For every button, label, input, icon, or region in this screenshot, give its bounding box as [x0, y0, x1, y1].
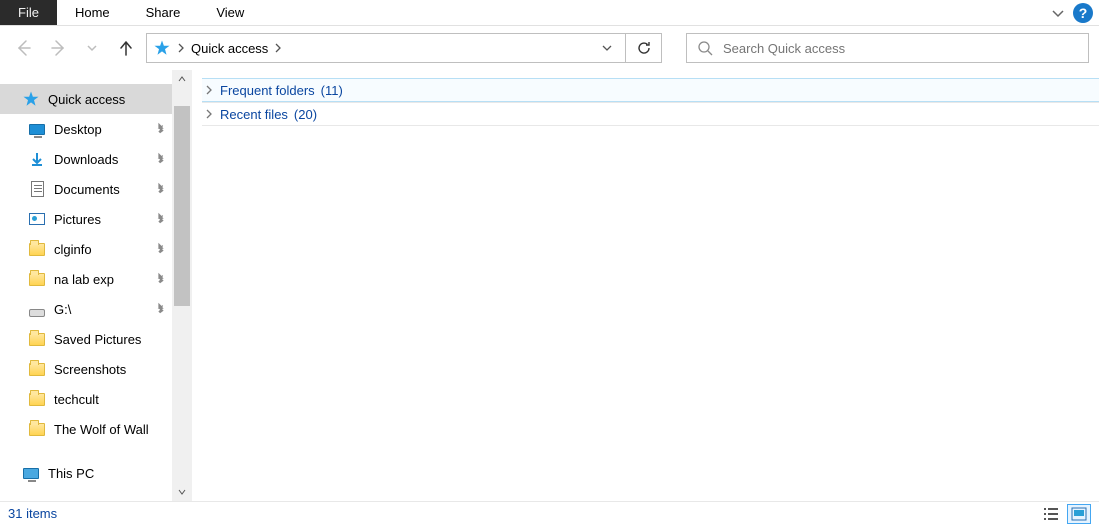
navpane-item-label: Quick access [48, 92, 125, 107]
pin-icon [154, 151, 168, 165]
doc-icon [28, 180, 46, 198]
search-icon [697, 40, 713, 56]
tab-view[interactable]: View [198, 0, 262, 25]
content-area: Frequent folders (11)Recent files (20) [192, 70, 1099, 501]
navpane-item-label: Pictures [54, 212, 101, 227]
pin-icon [154, 211, 168, 225]
chevron-right-icon [204, 109, 214, 119]
up-button[interactable] [112, 34, 140, 62]
view-thumbnails-button[interactable] [1067, 504, 1091, 524]
status-text: 31 items [8, 506, 57, 521]
status-bar: 31 items [0, 501, 1099, 525]
pin-icon [154, 181, 168, 195]
navpane-item-label: Screenshots [54, 362, 126, 377]
folder-icon [28, 270, 46, 288]
drive-icon [28, 300, 46, 318]
breadcrumb-sep-icon [177, 43, 185, 53]
chevron-right-icon [204, 85, 214, 95]
navpane-item[interactable]: clginfo [0, 234, 172, 264]
folder-icon [28, 240, 46, 258]
group-count: (20) [294, 107, 317, 122]
star-icon [22, 90, 40, 108]
tab-file[interactable]: File [0, 0, 57, 25]
navigation-row: Quick access [0, 26, 1099, 70]
folder-icon [28, 360, 46, 378]
recent-locations-button[interactable] [78, 34, 106, 62]
navpane-item[interactable]: Downloads [0, 144, 172, 174]
refresh-button[interactable] [626, 33, 662, 63]
navpane-scrollbar[interactable] [172, 70, 192, 501]
navpane-item[interactable]: This PC [0, 458, 172, 488]
navpane-item-label: techcult [54, 392, 99, 407]
navpane-item-label: Desktop [54, 122, 102, 137]
ribbon-expand-icon[interactable] [1051, 6, 1065, 20]
tab-share[interactable]: Share [128, 0, 199, 25]
download-icon [28, 150, 46, 168]
monitor-icon [28, 120, 46, 138]
quick-access-star-icon [153, 39, 171, 57]
group-label: Frequent folders [220, 83, 315, 98]
navpane-item-label: This PC [48, 466, 94, 481]
back-button[interactable] [10, 34, 38, 62]
pin-icon [154, 301, 168, 315]
navpane-item[interactable]: Saved Pictures [0, 324, 172, 354]
navpane-item[interactable]: Screenshots [0, 354, 172, 384]
navpane-item[interactable]: G:\ [0, 294, 172, 324]
navpane-item-label: Downloads [54, 152, 118, 167]
group-header[interactable]: Frequent folders (11) [202, 78, 1099, 102]
address-dropdown-icon[interactable] [595, 43, 619, 53]
view-details-button[interactable] [1039, 504, 1063, 524]
search-box[interactable] [686, 33, 1089, 63]
tab-home[interactable]: Home [57, 0, 128, 25]
scroll-thumb[interactable] [174, 106, 190, 306]
breadcrumb-location[interactable]: Quick access [191, 41, 268, 56]
help-icon[interactable]: ? [1073, 3, 1093, 23]
folder-icon [28, 330, 46, 348]
navpane-item[interactable]: The Wolf of Wall [0, 414, 172, 444]
navpane-item-label: na lab exp [54, 272, 114, 287]
navpane-item[interactable]: na lab exp [0, 264, 172, 294]
pin-icon [154, 241, 168, 255]
navpane-item[interactable]: Pictures [0, 204, 172, 234]
navpane-item-label: Saved Pictures [54, 332, 141, 347]
navpane-item[interactable]: Desktop [0, 114, 172, 144]
breadcrumb-sep-icon [274, 43, 282, 53]
navpane-item[interactable]: Quick access [0, 84, 172, 114]
search-input[interactable] [723, 41, 1078, 56]
navigation-pane: Quick access Desktop Downloads Documents Pic… [0, 70, 192, 501]
scroll-up-icon[interactable] [178, 70, 186, 88]
pin-icon [154, 121, 168, 135]
scroll-down-icon[interactable] [178, 483, 186, 501]
navpane-item-label: The Wolf of Wall [54, 422, 149, 437]
navpane-item[interactable]: techcult [0, 384, 172, 414]
address-bar[interactable]: Quick access [146, 33, 626, 63]
navpane-item[interactable]: Documents [0, 174, 172, 204]
pin-icon [154, 271, 168, 285]
navpane-item-label: Documents [54, 182, 120, 197]
pc-icon [22, 464, 40, 482]
pic-icon [28, 210, 46, 228]
ribbon: File Home Share View ? [0, 0, 1099, 26]
group-header[interactable]: Recent files (20) [202, 102, 1099, 126]
group-count: (11) [321, 83, 343, 98]
navpane-item-label: clginfo [54, 242, 92, 257]
folder-icon [28, 390, 46, 408]
group-label: Recent files [220, 107, 288, 122]
folder-icon [28, 420, 46, 438]
navpane-item-label: G:\ [54, 302, 71, 317]
forward-button[interactable] [44, 34, 72, 62]
